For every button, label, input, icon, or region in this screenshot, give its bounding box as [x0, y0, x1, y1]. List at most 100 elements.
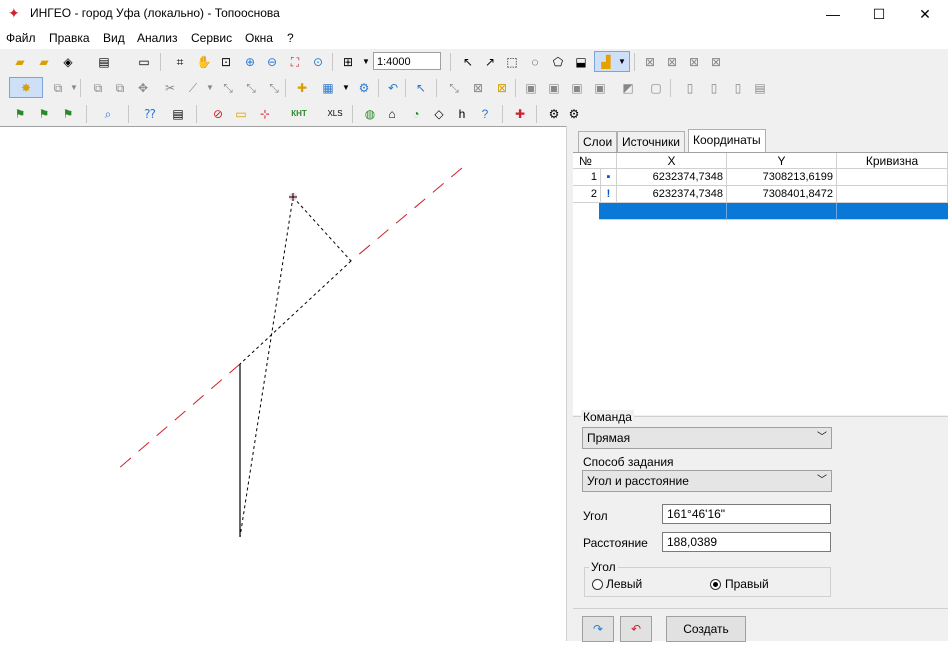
- search-icon[interactable]: ⌕: [100, 106, 116, 122]
- xls-export-icon[interactable]: XLS: [325, 106, 345, 122]
- edit-object-icon[interactable]: ⧉: [50, 80, 66, 96]
- navigate-icon[interactable]: ◇: [431, 106, 447, 122]
- scale-input[interactable]: 1:4000: [373, 52, 441, 70]
- pie-icon[interactable]: ◔: [408, 106, 424, 122]
- properties-icon[interactable]: ⚙: [356, 80, 372, 96]
- angle-input[interactable]: 161°46'16": [662, 504, 831, 524]
- draw-dropdown-icon[interactable]: ▼: [202, 80, 218, 96]
- flag-list-icon[interactable]: ⚑: [60, 106, 76, 122]
- cell-y[interactable]: 7308401,8472: [727, 186, 837, 203]
- select-polygon-icon[interactable]: ⬠: [550, 54, 566, 70]
- radio-left[interactable]: [592, 579, 603, 590]
- context-help-icon[interactable]: ↖: [413, 80, 429, 96]
- clip-icon[interactable]: ◩: [620, 80, 636, 96]
- col-header-y[interactable]: Y: [727, 153, 837, 169]
- select-frame-icon[interactable]: ⌗: [172, 54, 188, 70]
- frame-icon[interactable]: ▢: [648, 80, 664, 96]
- menu-windows[interactable]: Окна: [245, 31, 273, 45]
- measure-icon[interactable]: ⊹: [257, 106, 273, 122]
- undo-button[interactable]: ↶: [620, 616, 652, 642]
- menu-edit[interactable]: Правка: [49, 31, 90, 45]
- zoom-out-icon[interactable]: ⊖: [264, 54, 280, 70]
- command-select[interactable]: Прямая ﹀: [582, 427, 832, 449]
- union-icon[interactable]: ▣: [523, 80, 539, 96]
- zoom-in-icon[interactable]: ⊕: [242, 54, 258, 70]
- print-icon[interactable]: ▭: [136, 54, 152, 70]
- flag-move-icon[interactable]: ⚑: [36, 106, 52, 122]
- globe-icon[interactable]: ◍: [362, 106, 378, 122]
- zoom-frame-icon[interactable]: ⊡: [218, 54, 234, 70]
- paste-object-icon[interactable]: ⧉: [112, 80, 128, 96]
- col-header-curvature[interactable]: Кривизна: [837, 153, 948, 169]
- table-dropdown-icon[interactable]: ▼: [338, 80, 354, 96]
- help-icon[interactable]: ?: [477, 106, 493, 122]
- layers-icon[interactable]: ◈: [60, 54, 76, 70]
- move-object-icon[interactable]: ✥: [135, 80, 151, 96]
- cell-y-new[interactable]: [727, 203, 837, 220]
- pan-hand-icon[interactable]: ✋: [196, 54, 212, 70]
- label-icon[interactable]: ▭: [233, 106, 249, 122]
- redo-button[interactable]: ↷: [582, 616, 614, 642]
- radio-right[interactable]: [710, 579, 721, 590]
- menu-view[interactable]: Вид: [103, 31, 125, 45]
- merge-icon[interactable]: ⊠: [686, 54, 702, 70]
- col-header-x[interactable]: X: [617, 153, 727, 169]
- method-select[interactable]: Угол и расстояние ﹀: [582, 470, 832, 492]
- add-red-icon[interactable]: ✚: [512, 106, 528, 122]
- group-icon[interactable]: ⊠: [642, 54, 658, 70]
- close-button[interactable]: ✕: [902, 0, 948, 28]
- zoom-previous-icon[interactable]: ⊙: [310, 54, 326, 70]
- cell-x-new[interactable]: [617, 203, 727, 220]
- minimize-button[interactable]: —: [810, 0, 856, 28]
- node-move-icon[interactable]: ⤡: [243, 80, 259, 96]
- table-row-new-selected[interactable]: [599, 203, 948, 220]
- node-add-icon[interactable]: ⤡: [220, 80, 236, 96]
- table-row[interactable]: 2 ! 6232374,7348 7308401,8472: [573, 186, 948, 203]
- select-arrow-icon[interactable]: ↖: [460, 54, 476, 70]
- copy-object-icon[interactable]: ⧉: [90, 80, 106, 96]
- xor-icon[interactable]: ▣: [592, 80, 608, 96]
- cell-curvature[interactable]: [837, 169, 948, 186]
- ungroup-icon[interactable]: ⊠: [664, 54, 680, 70]
- color-fill-icon[interactable]: ▟: [598, 54, 614, 70]
- node-insert-icon[interactable]: ⤡: [266, 80, 282, 96]
- scale-dropdown-icon[interactable]: ▼: [358, 54, 374, 70]
- doc-fx-icon[interactable]: ▯: [730, 80, 746, 96]
- intersect-icon[interactable]: ▣: [546, 80, 562, 96]
- select-rect-icon[interactable]: ⬚: [504, 54, 520, 70]
- undo-icon[interactable]: ↶: [385, 80, 401, 96]
- zoom-extent-icon[interactable]: ⛶: [287, 54, 303, 70]
- settings-icon[interactable]: ⚙: [546, 106, 562, 122]
- menu-service[interactable]: Сервис: [191, 31, 232, 45]
- menu-analysis[interactable]: Анализ: [137, 31, 178, 45]
- trim-icon[interactable]: ⊠: [470, 80, 486, 96]
- table-row[interactable]: 1 ▪ 6232374,7348 7308213,6199: [573, 169, 948, 186]
- query-icon[interactable]: ⁇: [142, 106, 158, 122]
- tab-sources[interactable]: Источники: [617, 131, 685, 152]
- open-map-icon[interactable]: ▰: [36, 54, 52, 70]
- delete-node-icon[interactable]: ✂: [162, 80, 178, 96]
- report-icon[interactable]: ▤: [170, 106, 186, 122]
- extend-icon[interactable]: ⊠: [494, 80, 510, 96]
- subtract-icon[interactable]: ▣: [569, 80, 585, 96]
- cell-y[interactable]: 7308213,6199: [727, 169, 837, 186]
- style-dropdown-icon[interactable]: ▼: [614, 54, 630, 70]
- doc-list-icon[interactable]: ▤: [752, 80, 768, 96]
- attributes-icon[interactable]: ✚: [294, 80, 310, 96]
- draw-line-icon[interactable]: ⟋: [185, 80, 201, 96]
- col-header-num[interactable]: №: [573, 153, 617, 169]
- split-icon[interactable]: ⊠: [708, 54, 724, 70]
- cut-geometry-icon[interactable]: ⤡: [446, 80, 462, 96]
- distance-input[interactable]: 188,0389: [662, 532, 831, 552]
- radio-right-label[interactable]: Правый: [725, 577, 769, 591]
- tab-coordinates[interactable]: Координаты: [688, 129, 766, 153]
- new-doc-icon[interactable]: ▯: [682, 80, 698, 96]
- open-project-icon[interactable]: ▰: [12, 54, 28, 70]
- plugin-icon[interactable]: ⚙: [566, 106, 582, 122]
- home-icon[interactable]: ⌂: [384, 106, 400, 122]
- select-point-icon[interactable]: ↗: [482, 54, 498, 70]
- scale-icon[interactable]: ⊞: [340, 54, 356, 70]
- select-lasso-icon[interactable]: ◌: [527, 54, 543, 70]
- height-icon[interactable]: h: [454, 106, 470, 122]
- knt-icon[interactable]: КНТ: [291, 106, 307, 122]
